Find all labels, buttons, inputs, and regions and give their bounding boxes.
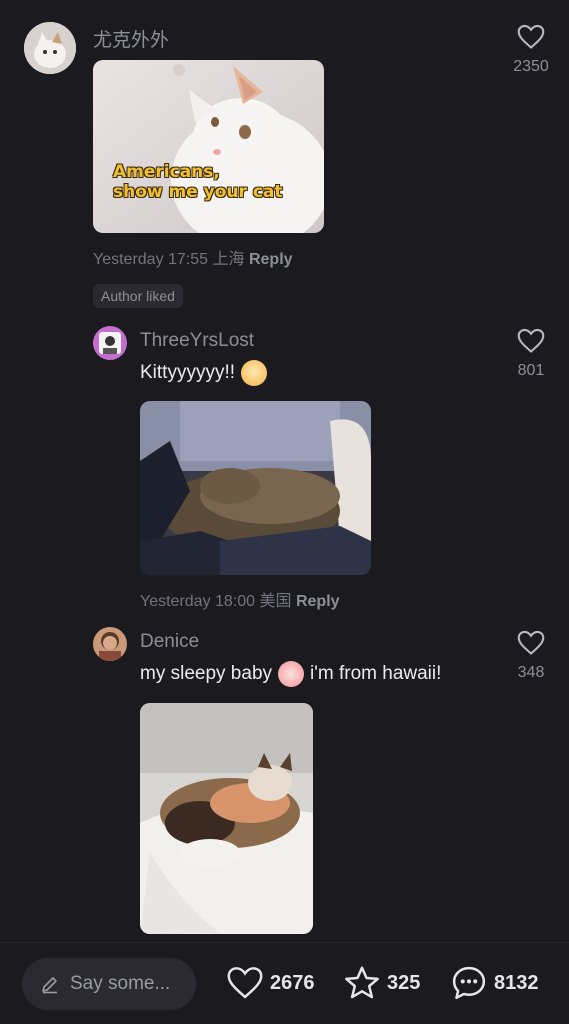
commenter-3-text-before: my sleepy baby xyxy=(140,663,273,684)
heart-icon xyxy=(227,967,263,999)
commenter-3-like[interactable]: 348 xyxy=(501,630,561,682)
commenter-1-timestamp: Yesterday 17:55 上海 xyxy=(93,251,245,268)
blushing-face-emoji xyxy=(241,360,268,386)
commenter-3-image[interactable] xyxy=(140,703,313,934)
post-favorite-button[interactable]: 325 xyxy=(343,965,420,1001)
image-caption-line-1: Americans, xyxy=(113,162,220,182)
avatar-commenter-2[interactable] xyxy=(93,326,127,360)
comment-input[interactable]: Say some... xyxy=(22,958,196,1010)
commenter-3-username[interactable]: Denice xyxy=(140,631,199,653)
post-like-count: 2676 xyxy=(270,971,315,994)
heart-icon[interactable] xyxy=(517,630,545,656)
avatar-commenter-3[interactable] xyxy=(93,627,127,661)
commenter-1-like[interactable]: 2350 xyxy=(501,24,561,76)
commenter-2-meta: Yesterday 18:00 美国 Reply xyxy=(140,587,340,611)
commenter-2-text: Kittyyyyyy!! xyxy=(140,360,268,386)
commenter-1-like-count: 2350 xyxy=(513,58,549,75)
commenter-1-username[interactable]: 尤克外外 xyxy=(93,25,169,52)
post-favorite-count: 325 xyxy=(387,971,421,994)
comment-bubble-icon xyxy=(452,966,486,1000)
post-comment-button[interactable]: 8132 xyxy=(450,965,539,1001)
commenter-2-text-content: Kittyyyyyy!! xyxy=(140,362,236,383)
commenter-3-like-count: 348 xyxy=(517,664,545,681)
commenter-2-username[interactable]: ThreeYrsLost xyxy=(140,330,254,352)
commenter-3-text: my sleepy baby i'm from hawaii! xyxy=(140,661,441,687)
heart-icon[interactable] xyxy=(517,328,545,354)
commenter-1-reply-button[interactable]: Reply xyxy=(249,251,293,268)
commenter-1-image[interactable]: Americans, show me your cat xyxy=(93,60,324,233)
image-caption-line-2: show me your cat xyxy=(113,182,283,202)
star-icon xyxy=(345,966,379,999)
commenter-2-reply-button[interactable]: Reply xyxy=(296,593,340,610)
commenter-3-text-after: i'm from hawaii! xyxy=(310,663,442,684)
post-comment-count: 8132 xyxy=(494,971,539,994)
comment-input-placeholder: Say some... xyxy=(70,973,171,994)
baby-face-emoji xyxy=(278,661,305,687)
commenter-2-like-count: 801 xyxy=(517,362,545,379)
commenter-1-meta: Yesterday 17:55 上海 Reply xyxy=(93,245,293,269)
commenter-2-timestamp: Yesterday 18:00 美国 xyxy=(140,593,292,610)
pencil-icon xyxy=(42,977,57,994)
commenter-2-like[interactable]: 801 xyxy=(501,328,561,380)
post-like-button[interactable]: 2676 xyxy=(226,966,315,1000)
heart-icon[interactable] xyxy=(517,24,545,50)
author-liked-badge: Author liked xyxy=(93,284,183,308)
commenter-2-image[interactable] xyxy=(140,401,371,575)
avatar-commenter-1[interactable] xyxy=(24,22,76,74)
